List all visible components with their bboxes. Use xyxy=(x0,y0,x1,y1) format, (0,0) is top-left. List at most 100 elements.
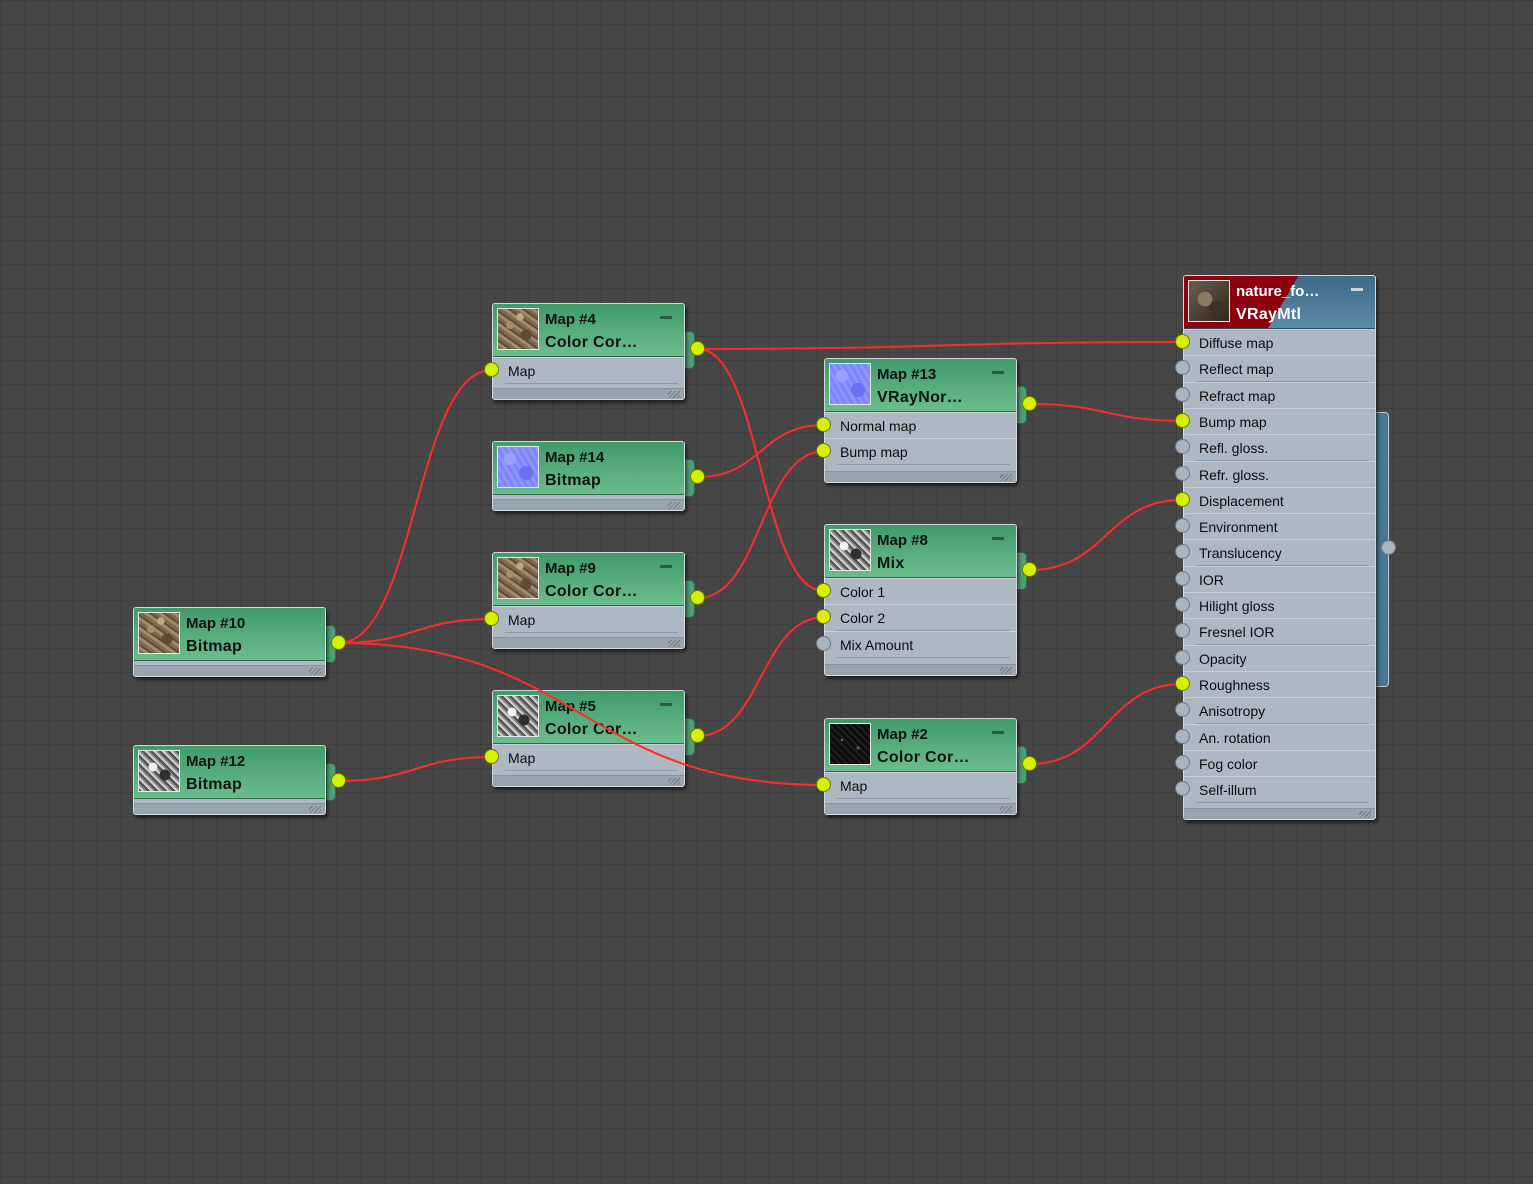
node-header[interactable]: Map #4 Color Cor… xyxy=(493,304,684,357)
collapse-button[interactable] xyxy=(992,731,1004,734)
input-slot[interactable]: Refl. gloss. xyxy=(1184,434,1375,462)
input-slot[interactable]: Diffuse map xyxy=(1184,329,1375,356)
collapse-button[interactable] xyxy=(1351,288,1363,291)
resize-grip[interactable] xyxy=(668,391,680,398)
input-slot[interactable]: An. rotation xyxy=(1184,723,1375,751)
resize-grip[interactable] xyxy=(1000,474,1012,481)
resize-grip[interactable] xyxy=(1359,811,1371,818)
input-socket[interactable] xyxy=(484,362,499,377)
resize-grip[interactable] xyxy=(668,778,680,785)
collapse-button[interactable] xyxy=(660,565,672,568)
output-socket[interactable] xyxy=(690,728,705,743)
output-socket[interactable] xyxy=(331,635,346,650)
input-slot[interactable]: Opacity xyxy=(1184,644,1375,672)
input-socket[interactable] xyxy=(1175,570,1190,586)
map-node-8[interactable]: Map #8 Mix Color 1 Color 2 Mix Amount xyxy=(824,524,1027,676)
resize-grip[interactable] xyxy=(1000,806,1012,813)
input-slot[interactable]: Refract map xyxy=(1184,381,1375,409)
node-header[interactable]: Map #12 Bitmap xyxy=(134,746,325,799)
node-header[interactable]: Map #9 Color Cor… xyxy=(493,553,684,606)
node-header[interactable]: Map #8 Mix xyxy=(825,525,1016,578)
output-socket[interactable] xyxy=(1381,540,1396,555)
input-slot[interactable]: Map xyxy=(493,606,684,633)
wire-map8-to-mtl[interactable] xyxy=(1029,498,1184,571)
resize-grip[interactable] xyxy=(668,640,680,647)
output-socket[interactable] xyxy=(331,773,346,788)
input-slot[interactable]: Map xyxy=(825,772,1016,799)
output-socket[interactable] xyxy=(690,341,705,356)
input-slot[interactable]: IOR xyxy=(1184,565,1375,593)
input-socket[interactable] xyxy=(1175,465,1190,481)
input-slot[interactable]: Normal map xyxy=(825,412,1016,439)
output-socket[interactable] xyxy=(690,590,705,605)
node-header[interactable]: Map #13 VRayNor… xyxy=(825,359,1016,412)
map-node-10[interactable]: Map #10 Bitmap xyxy=(133,607,336,677)
input-socket[interactable] xyxy=(816,583,831,598)
input-slot[interactable]: Roughness xyxy=(1184,670,1375,698)
input-socket[interactable] xyxy=(1175,518,1190,534)
input-slot[interactable]: Map xyxy=(493,744,684,771)
output-socket[interactable] xyxy=(1022,562,1037,577)
input-slot[interactable]: Translucency xyxy=(1184,539,1375,567)
map-node-14[interactable]: Map #14 Bitmap xyxy=(492,441,695,511)
wire-map10-to-map9[interactable] xyxy=(338,618,493,644)
wire-map9-to-map13[interactable] xyxy=(697,450,825,599)
input-slot[interactable]: Color 2 xyxy=(825,604,1016,632)
input-socket[interactable] xyxy=(1175,754,1190,770)
input-socket[interactable] xyxy=(816,635,831,651)
input-slot[interactable]: Bump map xyxy=(1184,407,1375,435)
wire-map2-to-mtl[interactable] xyxy=(1029,682,1184,765)
input-slot[interactable]: Environment xyxy=(1184,513,1375,541)
input-socket[interactable] xyxy=(1175,675,1190,691)
input-socket[interactable] xyxy=(1175,781,1190,797)
map-node-12[interactable]: Map #12 Bitmap xyxy=(133,745,336,815)
node-header[interactable]: nature_fo… VRayMtl xyxy=(1184,276,1375,329)
node-header[interactable]: Map #2 Color Cor… xyxy=(825,719,1016,772)
input-slot[interactable]: Displacement xyxy=(1184,486,1375,514)
wire-map14-to-map13[interactable] xyxy=(697,424,825,478)
input-socket[interactable] xyxy=(1175,334,1190,349)
input-slot[interactable]: Bump map xyxy=(825,438,1016,466)
resize-grip[interactable] xyxy=(309,668,321,675)
input-socket[interactable] xyxy=(1175,386,1190,402)
input-slot[interactable]: Refr. gloss. xyxy=(1184,460,1375,488)
material-node[interactable]: nature_fo… VRayMtl Diffuse map Reflect map R… xyxy=(1183,275,1376,820)
input-socket[interactable] xyxy=(1175,597,1190,612)
input-slot[interactable]: Anisotropy xyxy=(1184,697,1375,725)
output-socket[interactable] xyxy=(1022,756,1037,771)
output-socket[interactable] xyxy=(1022,396,1037,411)
map-node-13[interactable]: Map #13 VRayNor… Normal map Bump map xyxy=(824,358,1027,483)
input-socket[interactable] xyxy=(1175,412,1190,428)
input-slot[interactable]: Hilight gloss xyxy=(1184,592,1375,619)
wire-map12-to-map5[interactable] xyxy=(338,756,493,782)
output-socket[interactable] xyxy=(690,469,705,484)
map-node-5[interactable]: Map #5 Color Cor… Map xyxy=(492,690,695,787)
input-socket[interactable] xyxy=(816,777,831,792)
node-header[interactable]: Map #10 Bitmap xyxy=(134,608,325,661)
input-socket[interactable] xyxy=(1175,649,1190,665)
collapse-button[interactable] xyxy=(992,371,1004,374)
map-node-2[interactable]: Map #2 Color Cor… Map xyxy=(824,718,1027,815)
wire-map10-to-map4[interactable] xyxy=(338,369,493,644)
input-slot[interactable]: Map xyxy=(493,357,684,384)
node-header[interactable]: Map #5 Color Cor… xyxy=(493,691,684,744)
resize-grip[interactable] xyxy=(1000,667,1012,674)
input-socket[interactable] xyxy=(484,611,499,626)
wire-map4-to-mtl[interactable] xyxy=(697,341,1184,350)
input-slot[interactable]: Fresnel IOR xyxy=(1184,618,1375,646)
input-socket[interactable] xyxy=(1175,491,1190,507)
map-node-4[interactable]: Map #4 Color Cor… Map xyxy=(492,303,695,400)
input-slot[interactable]: Fog color xyxy=(1184,749,1375,777)
input-socket[interactable] xyxy=(484,749,499,764)
map-node-9[interactable]: Map #9 Color Cor… Map xyxy=(492,552,695,649)
input-slot[interactable]: Mix Amount xyxy=(825,630,1016,658)
resize-grip[interactable] xyxy=(309,806,321,813)
input-socket[interactable] xyxy=(816,417,831,432)
wire-map4-to-map8[interactable] xyxy=(697,348,825,592)
node-header[interactable]: Map #14 Bitmap xyxy=(493,442,684,495)
input-slot[interactable]: Color 1 xyxy=(825,578,1016,605)
resize-grip[interactable] xyxy=(668,502,680,509)
collapse-button[interactable] xyxy=(992,537,1004,540)
collapse-button[interactable] xyxy=(660,316,672,319)
input-socket[interactable] xyxy=(1175,728,1190,744)
